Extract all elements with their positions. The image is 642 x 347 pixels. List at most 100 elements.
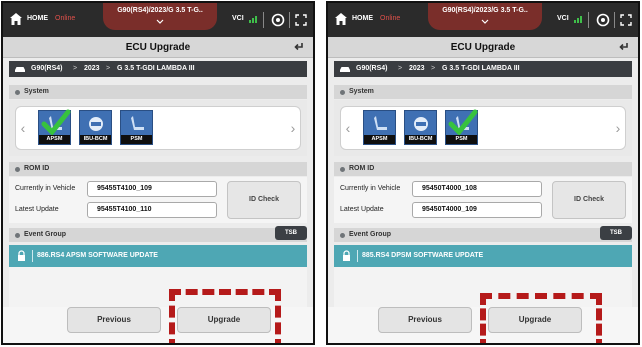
latest-rom-label: Latest Update xyxy=(340,206,384,213)
comparison-screenshot: HOME Online G90(RS4)/2023/G 3.5 T-G.. VC… xyxy=(0,0,642,347)
back-icon[interactable] xyxy=(293,41,305,53)
support-icon[interactable] xyxy=(271,13,285,27)
latest-rom-field: 95450T4000_109 xyxy=(412,202,542,218)
home-label[interactable]: HOME xyxy=(27,15,48,22)
right-tablet-screen: HOME Online G90(RS4)/2023/G 3.5 T-G.. VC… xyxy=(326,1,640,345)
home-icon[interactable] xyxy=(334,12,348,26)
system-item-label: APSM xyxy=(364,135,395,144)
id-check-button[interactable]: ID Check xyxy=(227,181,301,219)
signal-icon xyxy=(249,16,257,23)
system-item-ibu-bcm[interactable]: IBU-BCM xyxy=(79,110,112,145)
vehicle-selector[interactable]: G90(RS4)/2023/G 3.5 T-G.. xyxy=(103,3,217,30)
system-item-label: PSM xyxy=(446,135,477,144)
system-item-apsm[interactable]: APSM xyxy=(363,110,396,145)
chevron-right-icon[interactable]: › xyxy=(288,120,298,136)
system-section-header: System xyxy=(9,85,307,99)
support-icon[interactable] xyxy=(596,13,610,27)
divider xyxy=(32,250,33,262)
latest-rom-field: 95455T4100_110 xyxy=(87,202,217,218)
system-item-psm[interactable]: PSM xyxy=(445,109,478,145)
lock-icon xyxy=(343,250,350,261)
system-item-label: APSM xyxy=(39,135,70,144)
event-header-label: Event Group xyxy=(24,231,67,238)
breadcrumb-model: G90(RS4) xyxy=(31,65,63,72)
system-section-header: System xyxy=(334,85,632,99)
seat-icon xyxy=(131,116,144,130)
breadcrumb-engine: G 3.5 T-GDI LAMBDA III xyxy=(117,65,195,72)
home-label[interactable]: HOME xyxy=(352,15,373,22)
bullet-icon xyxy=(15,167,20,172)
divider xyxy=(588,12,589,28)
rom-section-header: ROM ID xyxy=(334,162,632,176)
chevron-left-icon[interactable]: ‹ xyxy=(18,120,28,136)
rom-box: Currently in Vehicle 95450T4000_108 Late… xyxy=(334,177,632,223)
system-item-label: IBU-BCM xyxy=(405,135,436,144)
event-section-header: Event Group TSB xyxy=(334,226,632,242)
breadcrumb-engine: G 3.5 T-GDI LAMBDA III xyxy=(442,65,520,72)
system-item-label: PSM xyxy=(121,135,152,144)
rom-box: Currently in Vehicle 95455T4100_109 Late… xyxy=(9,177,307,223)
highlight-box xyxy=(169,289,281,343)
breadcrumb-separator: > xyxy=(106,65,111,72)
id-check-button[interactable]: ID Check xyxy=(552,181,626,219)
left-tablet-screen: HOME Online G90(RS4)/2023/G 3.5 T-G.. VC… xyxy=(1,1,315,345)
event-header-label: Event Group xyxy=(349,231,392,238)
system-item-apsm[interactable]: APSM xyxy=(38,109,71,145)
check-icon xyxy=(41,109,71,136)
system-box: ‹ APSM IBU-BCM PSM › xyxy=(9,100,307,156)
signal-icon xyxy=(574,16,582,23)
breadcrumb-year: 2023 xyxy=(84,65,100,72)
chevron-right-icon[interactable]: › xyxy=(613,120,623,136)
car-icon xyxy=(15,67,25,72)
system-header-label: System xyxy=(349,88,374,95)
tsb-button[interactable]: TSB xyxy=(600,226,632,240)
seat-icon xyxy=(374,116,387,130)
title-bar: ECU Upgrade xyxy=(328,37,638,58)
tsb-button[interactable]: TSB xyxy=(275,226,307,240)
latest-rom-label: Latest Update xyxy=(15,206,59,213)
event-item[interactable]: 886.RS4 APSM SOFTWARE UPDATE xyxy=(9,245,307,267)
system-header-label: System xyxy=(24,88,49,95)
breadcrumb-year: 2023 xyxy=(409,65,425,72)
bullet-icon xyxy=(15,90,20,95)
rom-header-label: ROM ID xyxy=(349,165,375,172)
system-carousel: ‹ APSM IBU-BCM PSM › xyxy=(340,106,626,150)
fullscreen-icon[interactable] xyxy=(295,14,307,26)
online-status: Online xyxy=(380,15,401,22)
previous-button[interactable]: Previous xyxy=(378,307,472,333)
bullet-icon xyxy=(340,167,345,172)
bullet-icon xyxy=(340,233,345,238)
home-icon[interactable] xyxy=(9,12,23,26)
event-section-header: Event Group TSB xyxy=(9,226,307,242)
current-rom-label: Currently in Vehicle xyxy=(340,185,401,192)
page-title: ECU Upgrade xyxy=(125,42,191,53)
event-item-label: 886.RS4 APSM SOFTWARE UPDATE xyxy=(37,252,158,259)
vehicle-label: G90(RS4)/2023/G 3.5 T-G.. xyxy=(442,7,528,14)
breadcrumb-model: G90(RS4) xyxy=(356,65,388,72)
system-item-psm[interactable]: PSM xyxy=(120,110,153,145)
divider xyxy=(614,12,615,28)
vehicle-label: G90(RS4)/2023/G 3.5 T-G.. xyxy=(117,7,203,14)
system-item-ibu-bcm[interactable]: IBU-BCM xyxy=(404,110,437,145)
breadcrumb: G90(RS4) > 2023 > G 3.5 T-GDI LAMBDA III xyxy=(334,61,632,77)
breadcrumb-separator: > xyxy=(73,65,78,72)
top-bar: HOME Online G90(RS4)/2023/G 3.5 T-G.. VC… xyxy=(3,3,313,37)
fullscreen-icon[interactable] xyxy=(620,14,632,26)
event-item[interactable]: 885.RS4 DPSM SOFTWARE UPDATE xyxy=(334,245,632,267)
system-box: ‹ APSM IBU-BCM PSM › xyxy=(334,100,632,156)
rom-header-label: ROM ID xyxy=(24,165,50,172)
breadcrumb-separator: > xyxy=(431,65,436,72)
previous-button[interactable]: Previous xyxy=(67,307,161,333)
current-rom-label: Currently in Vehicle xyxy=(15,185,76,192)
chevron-left-icon[interactable]: ‹ xyxy=(343,120,353,136)
system-item-label: IBU-BCM xyxy=(80,135,111,144)
vehicle-selector[interactable]: G90(RS4)/2023/G 3.5 T-G.. xyxy=(428,3,542,30)
vci-label: VCI xyxy=(232,15,244,22)
page-title: ECU Upgrade xyxy=(450,42,516,53)
breadcrumb: G90(RS4) > 2023 > G 3.5 T-GDI LAMBDA III xyxy=(9,61,307,77)
title-bar: ECU Upgrade xyxy=(3,37,313,58)
back-icon[interactable] xyxy=(618,41,630,53)
online-status: Online xyxy=(55,15,76,22)
ibu-icon xyxy=(414,117,428,131)
current-rom-field: 95455T4100_109 xyxy=(87,181,217,197)
